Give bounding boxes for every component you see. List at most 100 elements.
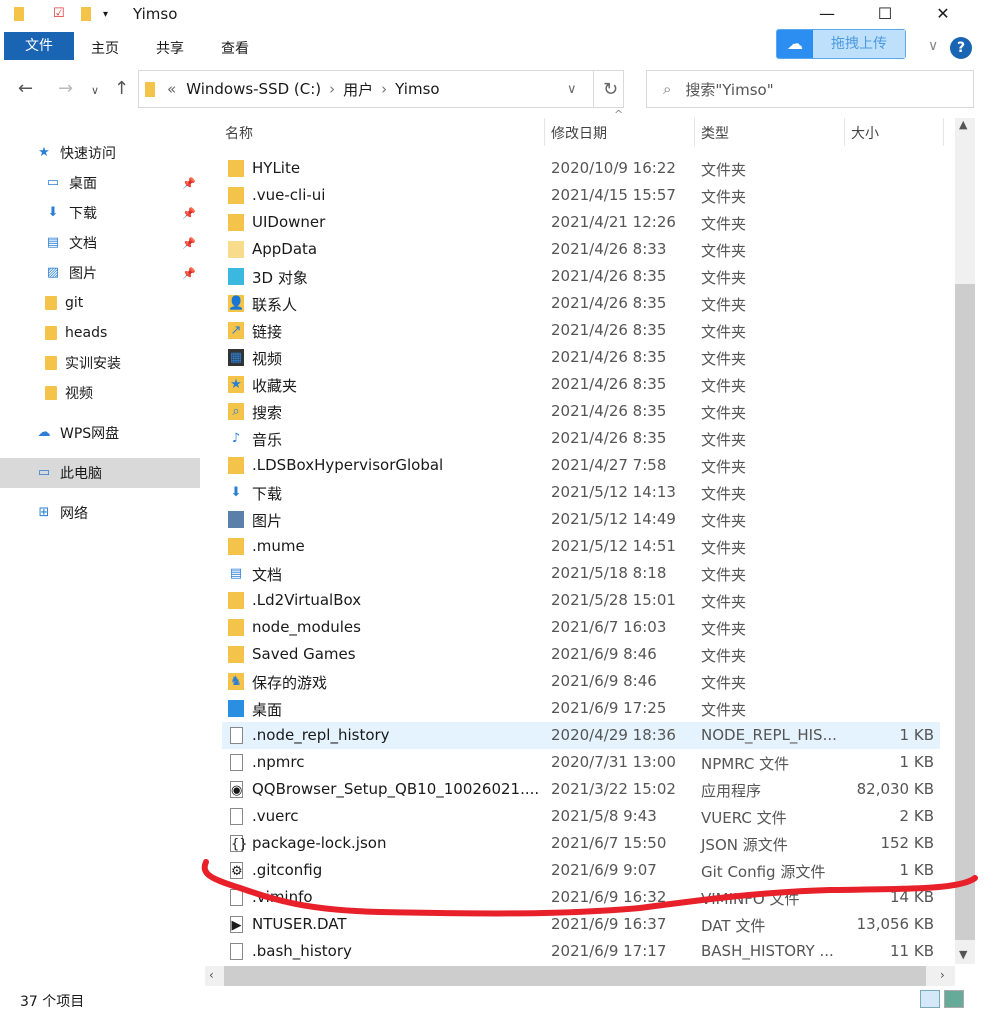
file-row[interactable]: Saved Games 2021/6/9 8:46 文件夹 <box>222 641 940 668</box>
file-row[interactable]: AppData 2021/4/26 8:33 文件夹 <box>222 236 940 263</box>
breadcrumb-users[interactable]: 用户 <box>343 79 373 100</box>
column-divider[interactable] <box>544 118 545 146</box>
file-row[interactable]: .Ld2VirtualBox 2021/5/28 15:01 文件夹 <box>222 587 940 614</box>
file-row[interactable]: ▦ 视频 2021/4/26 8:35 文件夹 <box>222 344 940 371</box>
close-button[interactable]: ✕ <box>920 2 966 28</box>
folder-icon <box>45 356 57 370</box>
file-row[interactable]: ▶ NTUSER.DAT 2021/6/9 16:37 DAT 文件 13,05… <box>222 911 940 938</box>
file-date: 2020/10/9 16:22 <box>551 159 676 177</box>
file-row[interactable]: 图片 2021/5/12 14:49 文件夹 <box>222 506 940 533</box>
column-date[interactable]: 修改日期 <box>551 123 607 143</box>
file-row[interactable]: HYLite 2020/10/9 16:22 文件夹 <box>222 155 940 182</box>
scroll-down-button[interactable]: ▼ <box>959 948 967 961</box>
scroll-right-button[interactable]: › <box>940 968 945 982</box>
address-bar[interactable]: « Windows-SSD (C:) › 用户 › Yimso ∨ ↻ <box>138 70 624 108</box>
sidebar-item[interactable]: ★ 快速访问 <box>0 138 200 168</box>
file-row[interactable]: ▤ 文档 2021/5/18 8:18 文件夹 <box>222 560 940 587</box>
tab-home[interactable]: 主页 <box>91 38 119 58</box>
sidebar-item[interactable]: ⬇ 下载 📌 <box>0 198 200 228</box>
chevron-right-icon[interactable]: › <box>381 80 387 98</box>
breadcrumb-yimso[interactable]: Yimso <box>395 80 439 98</box>
file-row[interactable]: .npmrc 2020/7/31 13:00 NPMRC 文件 1 KB <box>222 749 940 776</box>
large-icons-view-button[interactable] <box>944 990 964 1008</box>
search-input[interactable]: ⌕ 搜索"Yimso" <box>646 70 974 108</box>
maximize-button[interactable]: ☐ <box>862 2 908 28</box>
tab-file[interactable]: 文件 <box>4 32 74 60</box>
sidebar-item[interactable]: ▤ 文档 📌 <box>0 228 200 258</box>
star-icon: ★ <box>38 145 50 160</box>
help-button[interactable]: ? <box>950 37 972 59</box>
properties-icon[interactable]: ☑ <box>53 6 65 21</box>
file-row[interactable]: ♞ 保存的游戏 2021/6/9 8:46 文件夹 <box>222 668 940 695</box>
title-bar: ☑ ▾ Yimso — ☐ ✕ <box>0 0 989 30</box>
new-folder-icon[interactable] <box>81 7 91 21</box>
column-divider[interactable] <box>844 118 845 146</box>
sidebar-item[interactable]: ☁ WPS网盘 <box>0 418 200 448</box>
pin-icon[interactable]: 📌 <box>182 207 196 220</box>
file-row[interactable]: .LDSBoxHypervisorGlobal 2021/4/27 7:58 文… <box>222 452 940 479</box>
forward-button[interactable]: → <box>58 78 73 99</box>
file-row[interactable]: 桌面 2021/6/9 17:25 文件夹 <box>222 695 940 722</box>
sidebar-item[interactable]: ⊞ 网络 <box>0 498 200 528</box>
file-type: 文件夹 <box>701 242 747 260</box>
sidebar-item[interactable]: git <box>0 288 200 318</box>
file-row[interactable]: ⬇ 下载 2021/5/12 14:13 文件夹 <box>222 479 940 506</box>
column-divider[interactable] <box>943 118 944 146</box>
file-row[interactable]: node_modules 2021/6/7 16:03 文件夹 <box>222 614 940 641</box>
file-date: 2021/6/9 9:07 <box>551 861 657 879</box>
breadcrumb-drive[interactable]: Windows-SSD (C:) <box>186 80 321 98</box>
sidebar-item[interactable]: heads <box>0 318 200 348</box>
file-row[interactable]: .bash_history 2021/6/9 17:17 BASH_HISTOR… <box>222 938 940 965</box>
sidebar-item[interactable]: ▭ 桌面 📌 <box>0 168 200 198</box>
file-row[interactable]: ↗ 链接 2021/4/26 8:35 文件夹 <box>222 317 940 344</box>
column-type[interactable]: 类型 <box>701 123 729 143</box>
sidebar-item[interactable]: 视频 <box>0 378 200 408</box>
column-divider[interactable] <box>694 118 695 146</box>
sidebar-item[interactable]: ▨ 图片 📌 <box>0 258 200 288</box>
overflow-icon[interactable]: « <box>167 80 176 98</box>
file-row[interactable]: .mume 2021/5/12 14:51 文件夹 <box>222 533 940 560</box>
pin-icon[interactable]: 📌 <box>182 177 196 190</box>
file-row[interactable]: .viminfo 2021/6/9 16:32 VIMINFO 文件 14 KB <box>222 884 940 911</box>
file-type: 文件夹 <box>701 485 747 503</box>
horizontal-scroll-thumb[interactable] <box>224 966 926 986</box>
tab-share[interactable]: 共享 <box>156 38 184 58</box>
chevron-right-icon[interactable]: › <box>329 80 335 98</box>
minimize-button[interactable]: — <box>804 2 850 28</box>
file-date: 2021/6/9 17:25 <box>551 699 667 717</box>
up-button[interactable]: ↑ <box>114 78 129 99</box>
address-dropdown-button[interactable]: ∨ <box>567 82 577 97</box>
file-row[interactable]: ◉ QQBrowser_Setup_QB10_10026021.... 2021… <box>222 776 940 803</box>
file-row[interactable]: ★ 收藏夹 2021/4/26 8:35 文件夹 <box>222 371 940 398</box>
file-row[interactable]: ♪ 音乐 2021/4/26 8:35 文件夹 <box>222 425 940 452</box>
file-row[interactable]: ⌕ 搜索 2021/4/26 8:35 文件夹 <box>222 398 940 425</box>
pin-icon[interactable]: 📌 <box>182 237 196 250</box>
sidebar-item[interactable]: ▭ 此电脑 <box>0 458 200 488</box>
file-date: 2021/6/9 8:46 <box>551 672 657 690</box>
back-button[interactable]: ← <box>18 78 33 99</box>
file-date: 2021/6/9 16:32 <box>551 888 667 906</box>
details-view-button[interactable] <box>920 990 940 1008</box>
file-type: 文件夹 <box>701 269 747 287</box>
scroll-up-button[interactable]: ▲ <box>959 118 967 131</box>
scroll-left-button[interactable]: ‹ <box>209 968 214 982</box>
file-row[interactable]: .node_repl_history 2020/4/29 18:36 NODE_… <box>222 722 940 749</box>
column-name[interactable]: 名称 <box>225 123 253 143</box>
file-row[interactable]: .vuerc 2021/5/8 9:43 VUERC 文件 2 KB <box>222 803 940 830</box>
file-row[interactable]: 3D 对象 2021/4/26 8:35 文件夹 <box>222 263 940 290</box>
file-row[interactable]: ⚙ .gitconfig 2021/6/9 9:07 Git Config 源文… <box>222 857 940 884</box>
tab-view[interactable]: 查看 <box>221 38 249 58</box>
file-row[interactable]: .vue-cli-ui 2021/4/15 15:57 文件夹 <box>222 182 940 209</box>
sidebar-item[interactable]: 实训安装 <box>0 348 200 378</box>
file-row[interactable]: UIDowner 2021/4/21 12:26 文件夹 <box>222 209 940 236</box>
file-row[interactable]: {} package-lock.json 2021/6/7 15:50 JSON… <box>222 830 940 857</box>
customize-toolbar-icon[interactable]: ▾ <box>103 9 108 20</box>
expand-ribbon-button[interactable]: ∨ <box>928 38 938 54</box>
vertical-scroll-thumb[interactable] <box>955 284 975 940</box>
recent-locations-button[interactable]: ∨ <box>91 84 99 97</box>
upload-button[interactable]: ☁ 拖拽上传 <box>776 29 906 59</box>
file-row[interactable]: 👤 联系人 2021/4/26 8:35 文件夹 <box>222 290 940 317</box>
refresh-button[interactable]: ↻ <box>603 79 618 100</box>
pin-icon[interactable]: 📌 <box>182 267 196 280</box>
column-size[interactable]: 大小 <box>851 123 879 143</box>
